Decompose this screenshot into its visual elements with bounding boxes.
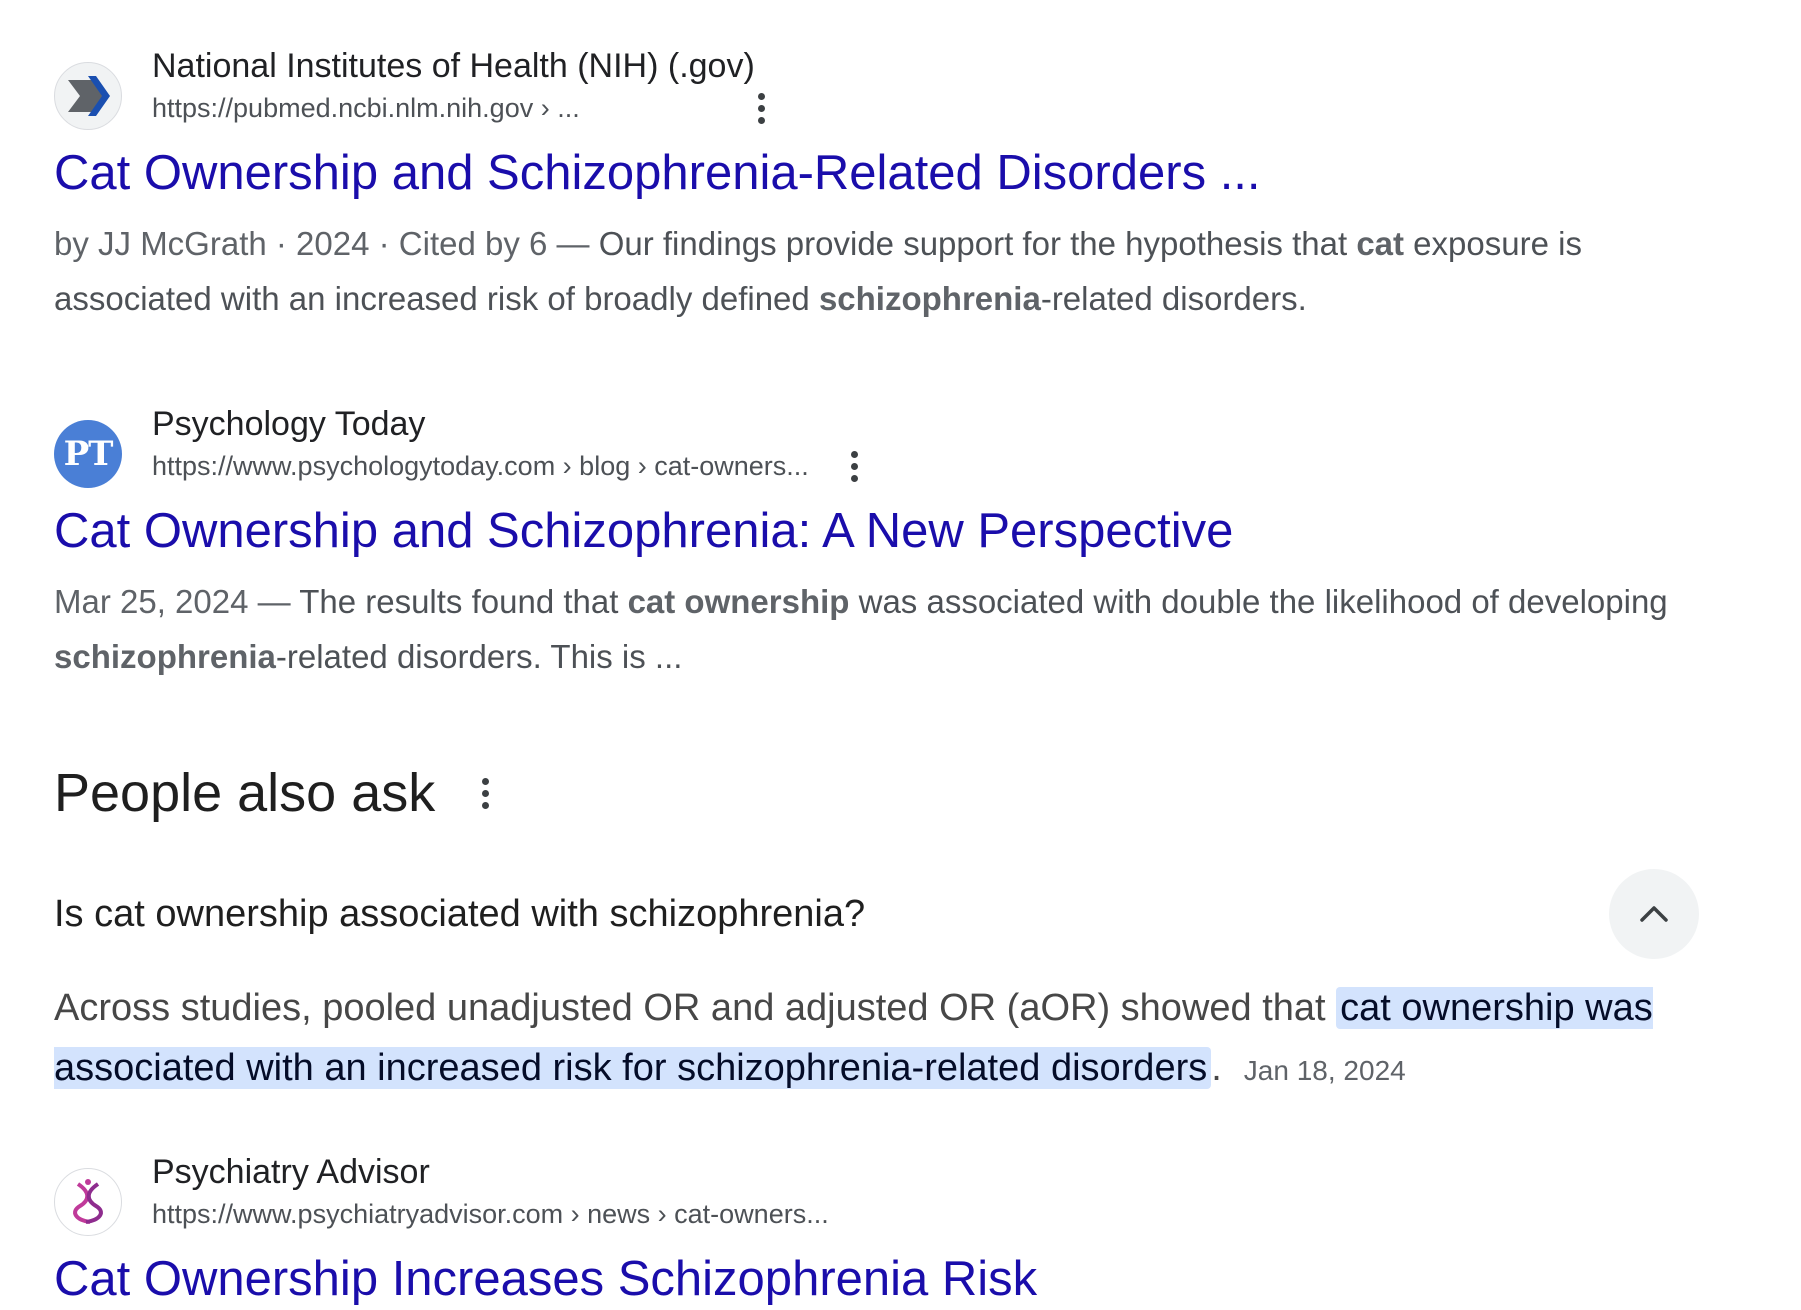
paa-answer: Across studies, pooled unadjusted OR and… — [54, 978, 1714, 1101]
result-snippet: by JJ McGrath · 2024 · Cited by 6 — Our … — [54, 216, 1694, 326]
result-source[interactable]: National Institutes of Health (NIH) (.go… — [54, 44, 1694, 136]
search-result-nih: National Institutes of Health (NIH) (.go… — [54, 44, 1694, 326]
more-options-icon[interactable] — [843, 446, 867, 486]
result-title-link[interactable]: Cat Ownership and Schizophrenia-Related … — [54, 142, 1694, 204]
result-title-link[interactable]: Cat Ownership and Schizophrenia: A New P… — [54, 500, 1694, 562]
site-name: Psychiatry Advisor — [152, 1153, 430, 1191]
snippet-bold-term: schizophrenia — [818, 280, 1041, 317]
snippet-text-part: was associated with double the likelihoo… — [849, 583, 1668, 620]
snippet-bold-term: cat ownership — [627, 583, 850, 620]
site-url: https://pubmed.ncbi.nlm.nih.gov › ... — [152, 93, 580, 123]
site-name: National Institutes of Health (NIH) (.go… — [152, 47, 755, 85]
pt-logo-icon: PT — [54, 420, 122, 488]
paa-answer-date: Jan 18, 2024 — [1243, 1055, 1406, 1086]
pt-logo-text: PT — [63, 434, 114, 474]
paa-question-text: Is cat ownership associated with schizop… — [54, 892, 866, 935]
site-url: https://www.psychiatryadvisor.com › news… — [152, 1199, 829, 1229]
nih-chevron-icon — [54, 62, 122, 130]
snippet-text-part: -related disorders. — [1040, 280, 1307, 317]
snippet-bold-term: cat — [1356, 225, 1405, 262]
site-url: https://www.psychologytoday.com › blog ›… — [152, 451, 809, 481]
paa-answer-text: Across studies, pooled unadjusted OR and… — [54, 987, 1337, 1029]
result-snippet: Mar 25, 2024 — The results found that ca… — [54, 574, 1694, 684]
snippet-text-part: -related disorders. This is ... — [275, 638, 683, 675]
paa-question[interactable]: Is cat ownership associated with schizop… — [54, 868, 1699, 960]
paa-answer-suffix: . — [1211, 1047, 1222, 1089]
snippet-text-part: Our findings provide support for the hyp… — [598, 225, 1357, 262]
site-name: Psychology Today — [152, 405, 426, 443]
collapse-button[interactable] — [1609, 869, 1699, 959]
search-result-psychiatry-advisor: Psychiatry Advisor https://www.psychiatr… — [54, 1150, 1694, 1310]
people-also-ask-title: People also ask — [54, 763, 436, 823]
search-result-psychology-today: PT Psychology Today https://www.psycholo… — [54, 402, 1694, 684]
chevron-up-icon — [1640, 906, 1668, 922]
psychiatry-advisor-logo-icon — [54, 1168, 122, 1236]
result-source[interactable]: Psychiatry Advisor https://www.psychiatr… — [54, 1150, 1694, 1242]
people-also-ask-header: People also ask — [54, 758, 497, 828]
snippet-bold-term: schizophrenia — [54, 638, 276, 675]
more-options-icon[interactable] — [750, 88, 774, 128]
result-title-link[interactable]: Cat Ownership Increases Schizophrenia Ri… — [54, 1248, 1694, 1310]
result-source[interactable]: PT Psychology Today https://www.psycholo… — [54, 402, 1694, 494]
snippet-meta: by JJ McGrath · 2024 · Cited by 6 — — [54, 225, 599, 262]
more-options-icon[interactable] — [473, 763, 497, 823]
snippet-meta: Mar 25, 2024 — — [54, 583, 300, 620]
snippet-text-part: The results found that — [299, 583, 628, 620]
